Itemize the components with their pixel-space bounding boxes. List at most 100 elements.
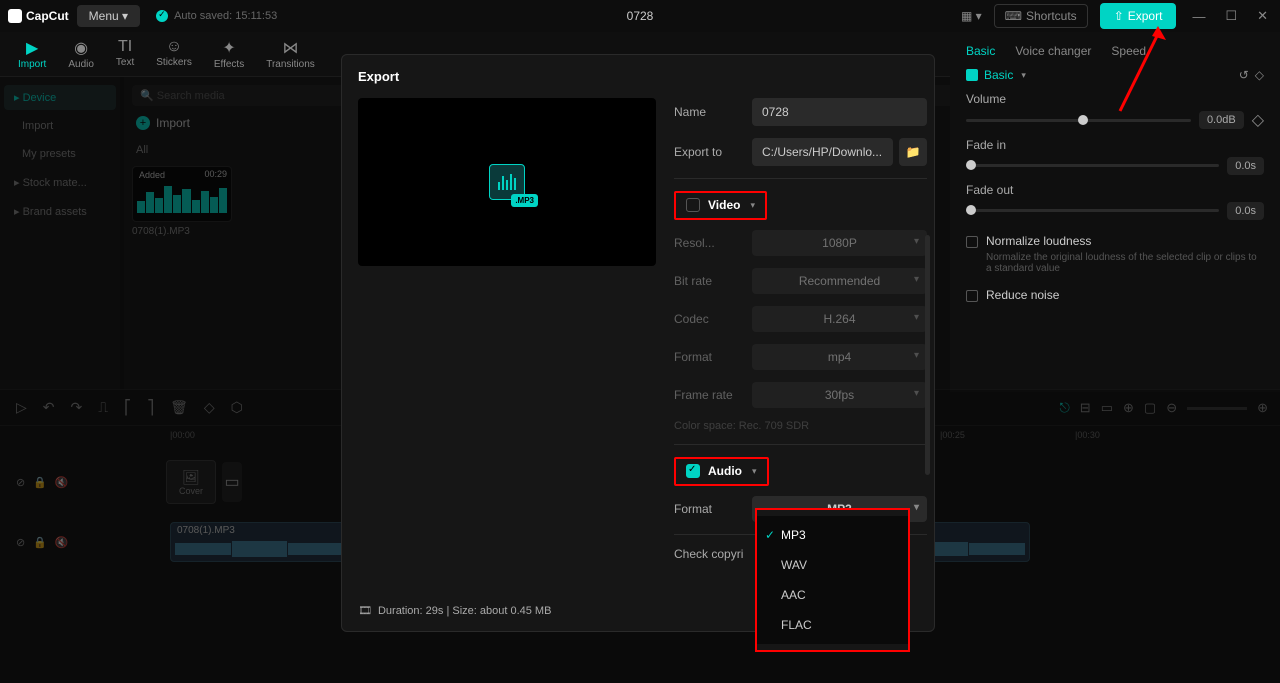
tab-effects[interactable]: ✦Effects (204, 36, 254, 72)
project-title: 0728 (627, 9, 654, 23)
tab-stickers[interactable]: ☺Stickers (146, 36, 202, 70)
hide-track[interactable]: ⊘ (16, 476, 25, 489)
cover-button[interactable]: 🖼 Cover (166, 460, 216, 504)
export-icon: ⇧ (1114, 9, 1124, 23)
diamond-icon[interactable]: ◇ (1255, 68, 1264, 82)
ruler-tick: |00:30 (1075, 430, 1100, 440)
bitrate-select: Recommended (752, 268, 927, 294)
format-option-mp3[interactable]: MP3 (757, 520, 908, 550)
reduce-noise-checkbox[interactable] (966, 290, 978, 302)
fadein-value[interactable]: 0.0s (1227, 157, 1264, 175)
split-left[interactable]: ⎡ (120, 395, 135, 420)
split-button[interactable]: ⎍ (94, 395, 112, 420)
media-clip[interactable]: Added 00:29 (132, 166, 232, 222)
export-path[interactable]: C:/Users/HP/Downlo... (752, 138, 893, 166)
chevron-down-icon: ▾ (752, 466, 757, 477)
export-scrollbar[interactable] (925, 235, 930, 475)
browse-folder-button[interactable]: 📁 (899, 138, 927, 166)
format-option-flac[interactable]: FLAC (757, 610, 908, 640)
keyboard-icon: ⌨ (1005, 9, 1022, 23)
volume-slider[interactable] (966, 119, 1191, 122)
sidebar-stock[interactable]: ▸ Stock mate... (4, 170, 116, 195)
format-option-wav[interactable]: WAV (757, 550, 908, 580)
basic-section-label: Basic (984, 68, 1013, 82)
mp3-badge: .MP3 (511, 194, 538, 207)
maximize-button[interactable]: ☐ (1221, 8, 1241, 24)
fadein-slider[interactable] (966, 164, 1219, 167)
export-name-input[interactable] (752, 98, 927, 126)
format-option-aac[interactable]: AAC (757, 580, 908, 610)
video-section-toggle[interactable]: Video ▾ (680, 194, 761, 216)
track-tool-5[interactable]: ▢ (1144, 400, 1156, 416)
audio-checkbox[interactable] (686, 464, 700, 478)
zoom-in[interactable]: ⊕ (1257, 400, 1268, 416)
sidebar-device[interactable]: ▸ Device (4, 85, 116, 110)
minimize-button[interactable]: — (1188, 9, 1209, 24)
ruler-tick: |00:00 (170, 430, 195, 440)
track-tool-1[interactable]: ⎋ (1059, 400, 1069, 416)
export-dialog-title: Export (342, 69, 934, 98)
track-tool-3[interactable]: ▭ (1101, 400, 1113, 416)
marker-button[interactable]: ⬡ (227, 395, 247, 420)
layout-icon[interactable]: ▦ ▾ (961, 9, 982, 23)
sidebar-brand[interactable]: ▸ Brand assets (4, 199, 116, 224)
source-sidebar: ▸ Device Import My presets ▸ Stock mate.… (0, 77, 120, 389)
zoom-out[interactable]: ⊖ (1166, 400, 1177, 416)
keyframe-icon[interactable]: ◇ (1252, 110, 1264, 130)
lock-track[interactable]: 🔒 (33, 476, 47, 489)
hide-track[interactable]: ⊘ (16, 536, 25, 549)
video-checkbox[interactable] (686, 198, 700, 212)
video-placeholder[interactable]: ▭ (222, 462, 242, 502)
export-button[interactable]: ⇧ Export (1100, 3, 1177, 29)
zoom-slider[interactable] (1187, 407, 1247, 410)
video-format-label: Format (674, 350, 752, 364)
basic-checkbox[interactable] (966, 69, 978, 81)
clip-added-badge: Added (135, 169, 169, 181)
lock-track[interactable]: 🔒 (33, 536, 47, 549)
mute-track[interactable]: 🔇 (55, 536, 69, 549)
codec-label: Codec (674, 312, 752, 326)
normalize-checkbox[interactable] (966, 236, 978, 248)
track-tool-4[interactable]: ⊕ (1123, 400, 1134, 416)
mute-track[interactable]: 🔇 (55, 476, 69, 489)
undo-button[interactable]: ↶ (39, 395, 59, 420)
split-right[interactable]: ⎤ (143, 395, 158, 420)
delete-button[interactable]: 🗑 (166, 395, 192, 420)
image-icon: 🖼 (182, 469, 200, 486)
fadeout-value[interactable]: 0.0s (1227, 202, 1264, 220)
tab-import[interactable]: ▶Import (8, 36, 56, 72)
tab-transitions[interactable]: ⋈Transitions (256, 36, 325, 72)
clip-duration: 00:29 (204, 169, 227, 179)
app-name: CapCut (26, 9, 69, 23)
sidebar-presets[interactable]: My presets (4, 142, 116, 166)
transform-button[interactable]: ◇ (200, 395, 219, 420)
tab-voice-changer[interactable]: Voice changer (1015, 44, 1091, 58)
redo-button[interactable]: ↷ (67, 395, 87, 420)
effects-icon: ✦ (222, 38, 235, 58)
tab-audio[interactable]: ◉Audio (58, 36, 104, 72)
menu-button[interactable]: Menu ▾ (77, 5, 140, 27)
properties-panel: Basic Voice changer Speed Basic ▾ ↺ ◇ Vo… (950, 32, 1280, 392)
tab-speed[interactable]: Speed (1111, 44, 1146, 58)
cursor-tool[interactable]: ▷ (12, 395, 31, 420)
export-name-label: Name (674, 105, 752, 119)
fadein-label: Fade in (966, 138, 1264, 152)
codec-select: H.264 (752, 306, 927, 332)
track-tool-2[interactable]: ⊟ (1080, 400, 1091, 416)
volume-value[interactable]: 0.0dB (1199, 111, 1244, 129)
audio-format-label: Format (674, 502, 752, 516)
audio-section-toggle[interactable]: Audio ▾ (680, 460, 763, 482)
undo-icon[interactable]: ↺ (1239, 68, 1249, 82)
shortcuts-button[interactable]: ⌨ Shortcuts (994, 4, 1088, 28)
title-bar: CapCut Menu ▾ Auto saved: 15:11:53 0728 … (0, 0, 1280, 32)
stickers-icon: ☺ (166, 38, 182, 56)
close-button[interactable]: ✕ (1253, 8, 1272, 24)
tab-basic[interactable]: Basic (966, 44, 995, 58)
tab-text[interactable]: TIText (106, 36, 144, 70)
fadeout-slider[interactable] (966, 209, 1219, 212)
check-icon (156, 10, 168, 22)
export-duration-info: 🎞 Duration: 29s | Size: about 0.45 MB (358, 604, 551, 617)
sidebar-import[interactable]: Import (4, 114, 116, 138)
timeline-clip-name: 0708(1).MP3 (177, 525, 235, 536)
text-icon: TI (118, 38, 132, 56)
